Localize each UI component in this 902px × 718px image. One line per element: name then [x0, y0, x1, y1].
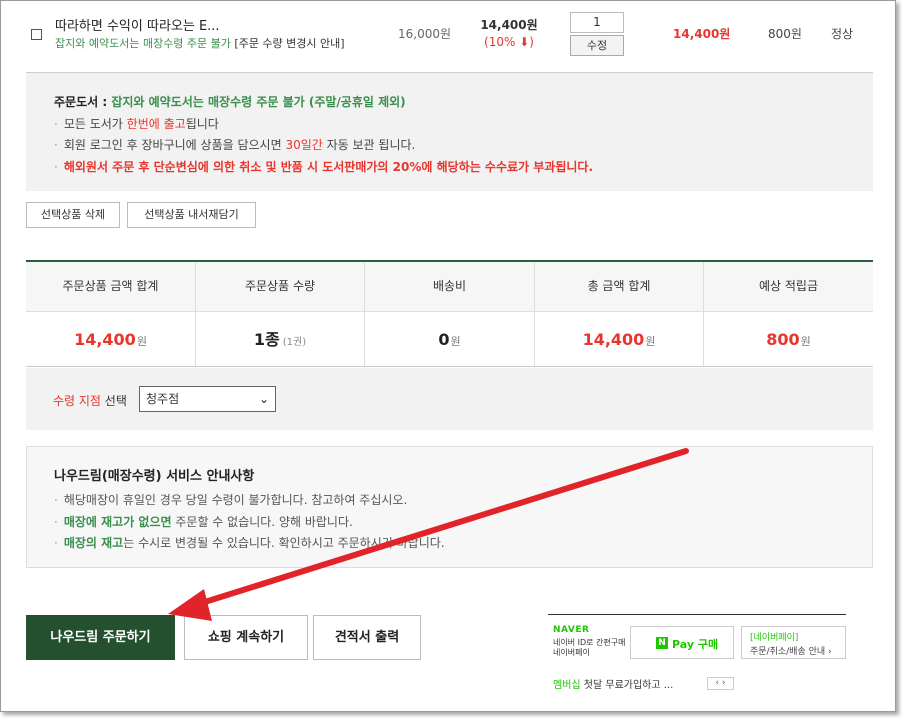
- naver-pay-buy-label: Pay 구매: [672, 638, 719, 651]
- summary-header-product-total: 주문상품 금액 합계: [62, 279, 159, 293]
- notice-line-foreign-books: · 해외원서 주문 후 단순변심에 의한 취소 및 반품 시 도서판매가의 20%…: [54, 160, 594, 174]
- naver-pay-divider: [548, 614, 846, 615]
- summary-grand-total: 14,400원: [534, 312, 703, 366]
- summary-grand-total-value: 14,400: [582, 330, 645, 349]
- row-total-price: 14,400원: [673, 27, 731, 41]
- naver-membership-highlight: 멤버십: [553, 680, 581, 691]
- summary-points: 800원: [703, 312, 873, 366]
- continue-shopping-button[interactable]: 쇼핑 계속하기: [184, 615, 308, 660]
- service-notice-line-holiday: · 해당매장이 휴일인 경우 당일 수령이 불가합니다. 참고하여 주십시오.: [54, 493, 408, 507]
- nowdream-order-button[interactable]: 나우드림 주문하기: [26, 615, 175, 660]
- delete-selected-button[interactable]: 선택상품 삭제: [26, 202, 120, 228]
- summary-shipping: 0원: [364, 312, 534, 366]
- service-line2-text: 주문할 수 없습니다. 양해 바랍니다.: [171, 515, 353, 529]
- summary-quantity-value: 1종: [253, 330, 280, 349]
- summary-header-row: 주문상품 금액 합계 주문상품 수량 배송비 총 금액 합계 예상 적립금: [26, 262, 873, 312]
- quantity-change-guide-link[interactable]: [주문 수량 변경시 안내]: [234, 37, 344, 50]
- pickup-store-selected: 청주점: [146, 392, 180, 406]
- quantity-input[interactable]: 1: [570, 12, 624, 33]
- notice-line-shipping: · 모든 도서가 한번에 출고됩니다: [54, 117, 219, 131]
- naver-pay-sub-line2: 네이버페이: [553, 648, 590, 657]
- notice-line2-end: 자동 보관 됩니다.: [322, 138, 416, 152]
- naver-membership-text: 첫달 무료가입하고 ...: [580, 680, 674, 691]
- row-points: 800원: [768, 27, 802, 41]
- notice-line1-end: 됩니다: [185, 117, 219, 131]
- naver-n-icon: N: [656, 637, 668, 649]
- summary-header-grand-total: 총 금액 합계: [534, 262, 703, 311]
- pickup-label-rest: 선택: [100, 394, 127, 408]
- row-status: 정상: [831, 27, 854, 41]
- naver-pay-buy-button[interactable]: N Pay 구매: [630, 626, 734, 659]
- naver-membership-banner[interactable]: 멤버십 첫달 무료가입하고 ...: [553, 676, 673, 691]
- summary-header-points: 예상 적립금: [703, 262, 873, 311]
- order-notice-highlight: 잡지와 예약도서는 매장수령 주문 불가 (주말/공휴일 제외): [111, 95, 406, 109]
- notice-line3-text: 해외원서 주문 후 단순변심에 의한 취소 및 반품 시 도서판매가의 20%에…: [63, 160, 594, 174]
- summary-points-unit: 원: [800, 335, 811, 348]
- summary-quantity-sub: (1권): [282, 337, 307, 348]
- summary-product-total-unit: 원: [136, 335, 147, 348]
- naver-pay-info-title: [네이버페이]: [750, 633, 799, 643]
- naver-pay-info-sub: 주문/취소/배송 안내 ›: [750, 647, 832, 657]
- order-notice-prefix: 주문도서 :: [54, 95, 112, 109]
- naver-logo: NAVER: [553, 625, 590, 635]
- print-quote-button[interactable]: 견적서 출력: [313, 615, 421, 660]
- product-note-pickup: 잡지와 예약도서는 매장수령 주문 불가: [55, 37, 231, 50]
- naver-pay-info-button[interactable]: [네이버페이] 주문/취소/배송 안내 ›: [741, 626, 846, 659]
- naver-pay-subtitle: 네이버 ID로 간편구매 네이버페이: [553, 638, 626, 658]
- naver-banner-nav[interactable]: ‹ ›: [707, 677, 734, 690]
- summary-shipping-value: 0: [438, 330, 450, 349]
- sale-price: 14,400원: [480, 18, 538, 32]
- service-notice-title: 나우드림(매장수령) 서비스 안내사항: [54, 469, 255, 484]
- notice-line2-highlight: 30일간: [285, 138, 323, 152]
- pickup-store-label: 수령 지점 선택: [53, 392, 127, 409]
- product-note: 잡지와 예약도서는 매장수령 주문 불가 [주문 수량 변경시 안내]: [55, 35, 345, 51]
- notice-line1-text: 모든 도서가: [63, 117, 127, 131]
- service-line3-text: 는 수시로 변경될 수 있습니다. 확인하시고 주문하시기 바랍니다.: [123, 536, 445, 550]
- cart-page: 따라하면 수익이 따라오는 E... 잡지와 예약도서는 매장수령 주문 불가 …: [0, 0, 896, 712]
- chevron-down-icon: ⌄: [258, 392, 269, 406]
- product-checkbox[interactable]: [31, 29, 42, 40]
- save-selected-to-library-button[interactable]: 선택상품 내서재담기: [127, 202, 256, 228]
- service-notice-line-stock: · 매장에 재고가 없으면 주문할 수 없습니다. 양해 바랍니다.: [54, 515, 353, 529]
- order-notice-title: 주문도서 : 잡지와 예약도서는 매장수령 주문 불가 (주말/공휴일 제외): [54, 93, 406, 110]
- notice-line-storage: · 회원 로그인 후 장바구니에 상품을 담으시면 30일간 자동 보관 됩니다.: [54, 138, 416, 152]
- summary-shipping-unit: 원: [450, 335, 461, 348]
- summary-points-value: 800: [766, 330, 800, 349]
- summary-header-shipping: 배송비: [364, 262, 534, 311]
- naver-pay-sub-line1: 네이버 ID로 간편구매: [553, 638, 626, 647]
- summary-product-total: 14,400원: [26, 312, 195, 366]
- notice-line1-highlight: 한번에 출고: [126, 117, 186, 131]
- service-notice-line-stock-change: · 매장의 재고는 수시로 변경될 수 있습니다. 확인하시고 주문하시기 바랍니…: [54, 536, 445, 550]
- summary-product-total-value: 14,400: [74, 330, 136, 349]
- pickup-label-highlight: 수령 지점: [53, 394, 101, 408]
- list-price: 16,000원: [398, 27, 452, 41]
- summary-header-quantity: 주문상품 수량: [195, 262, 364, 311]
- product-title[interactable]: 따라하면 수익이 따라오는 E...: [55, 15, 220, 34]
- service-line3-highlight: 매장의 재고: [63, 536, 124, 550]
- notice-line2-text: 회원 로그인 후 장바구니에 상품을 담으시면: [63, 138, 286, 152]
- discount-rate: (10% ⬇): [484, 35, 534, 49]
- summary-grand-total-unit: 원: [645, 335, 656, 348]
- service-line2-highlight: 매장에 재고가 없으면: [63, 515, 172, 529]
- summary-value-row: 14,400원 1종 (1권) 0원 14,400원 800원: [26, 312, 873, 367]
- service-line1-text: 해당매장이 휴일인 경우 당일 수령이 불가합니다. 참고하여 주십시오.: [63, 493, 408, 507]
- summary-quantity: 1종 (1권): [195, 312, 364, 366]
- pickup-store-select[interactable]: 청주점 ⌄: [139, 386, 276, 412]
- modify-quantity-button[interactable]: 수정: [570, 35, 624, 56]
